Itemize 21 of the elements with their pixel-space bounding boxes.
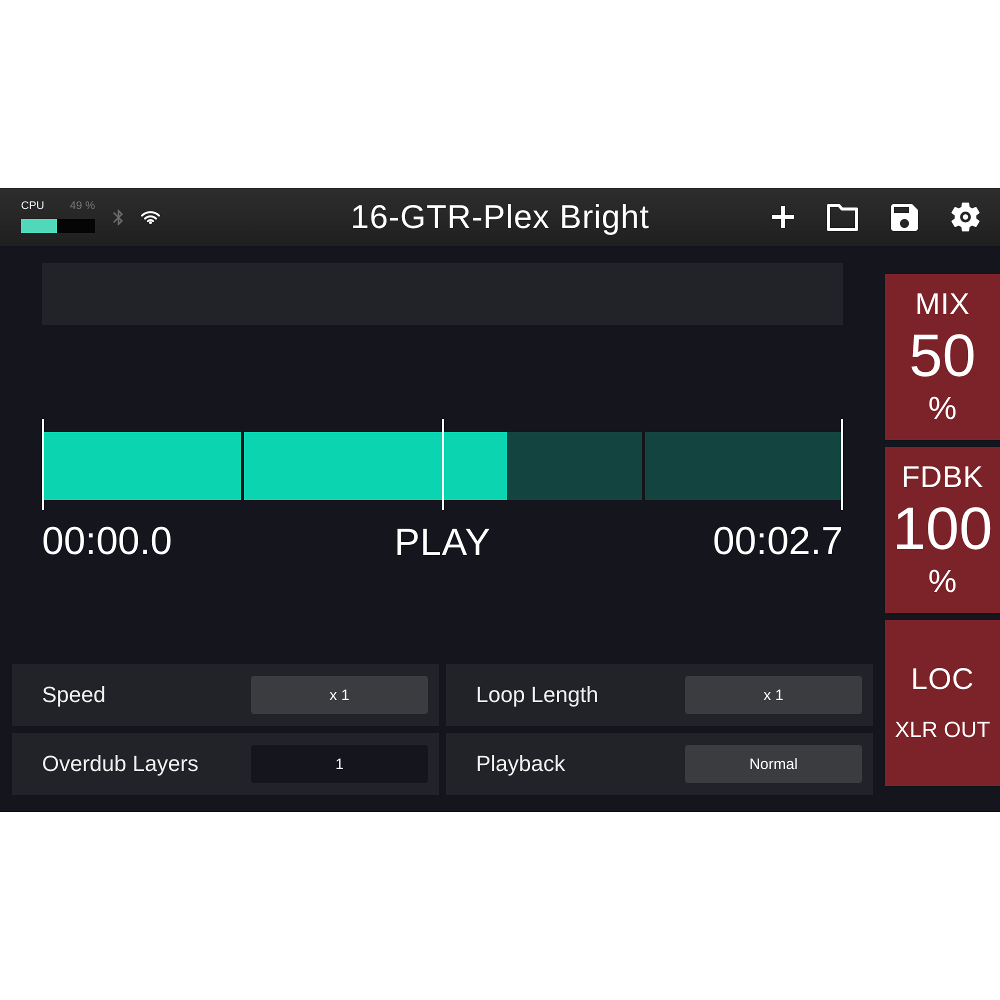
- value-selector[interactable]: x 1: [685, 676, 862, 714]
- cpu-reading: 49 %: [70, 201, 95, 212]
- cpu-label: CPU: [21, 201, 44, 212]
- preset-title: 16-GTR-Plex Bright: [350, 197, 650, 237]
- settings-icon[interactable]: [951, 202, 980, 232]
- value-selector[interactable]: Normal: [685, 745, 862, 783]
- folder-icon[interactable]: [827, 204, 858, 230]
- value-selector[interactable]: x 1: [251, 676, 428, 714]
- setting-label: Playback: [476, 751, 566, 777]
- save-icon[interactable]: [891, 204, 918, 230]
- parameter-button[interactable]: MIX 50 %: [885, 274, 1000, 440]
- end-time: 00:02.7: [712, 522, 843, 561]
- start-time: 00:00.0: [42, 522, 172, 561]
- parameter-button[interactable]: FDBK 100 %: [885, 447, 1000, 613]
- play-status: PLAY: [394, 524, 491, 562]
- setting-label: Loop Length: [476, 682, 598, 708]
- output-button[interactable]: LOC XLR OUT: [885, 620, 1000, 786]
- number-field[interactable]: 1: [251, 745, 428, 783]
- plus-icon[interactable]: [772, 206, 794, 228]
- setting-label: Overdub Layers: [42, 751, 199, 777]
- setting-label: Speed: [42, 682, 106, 708]
